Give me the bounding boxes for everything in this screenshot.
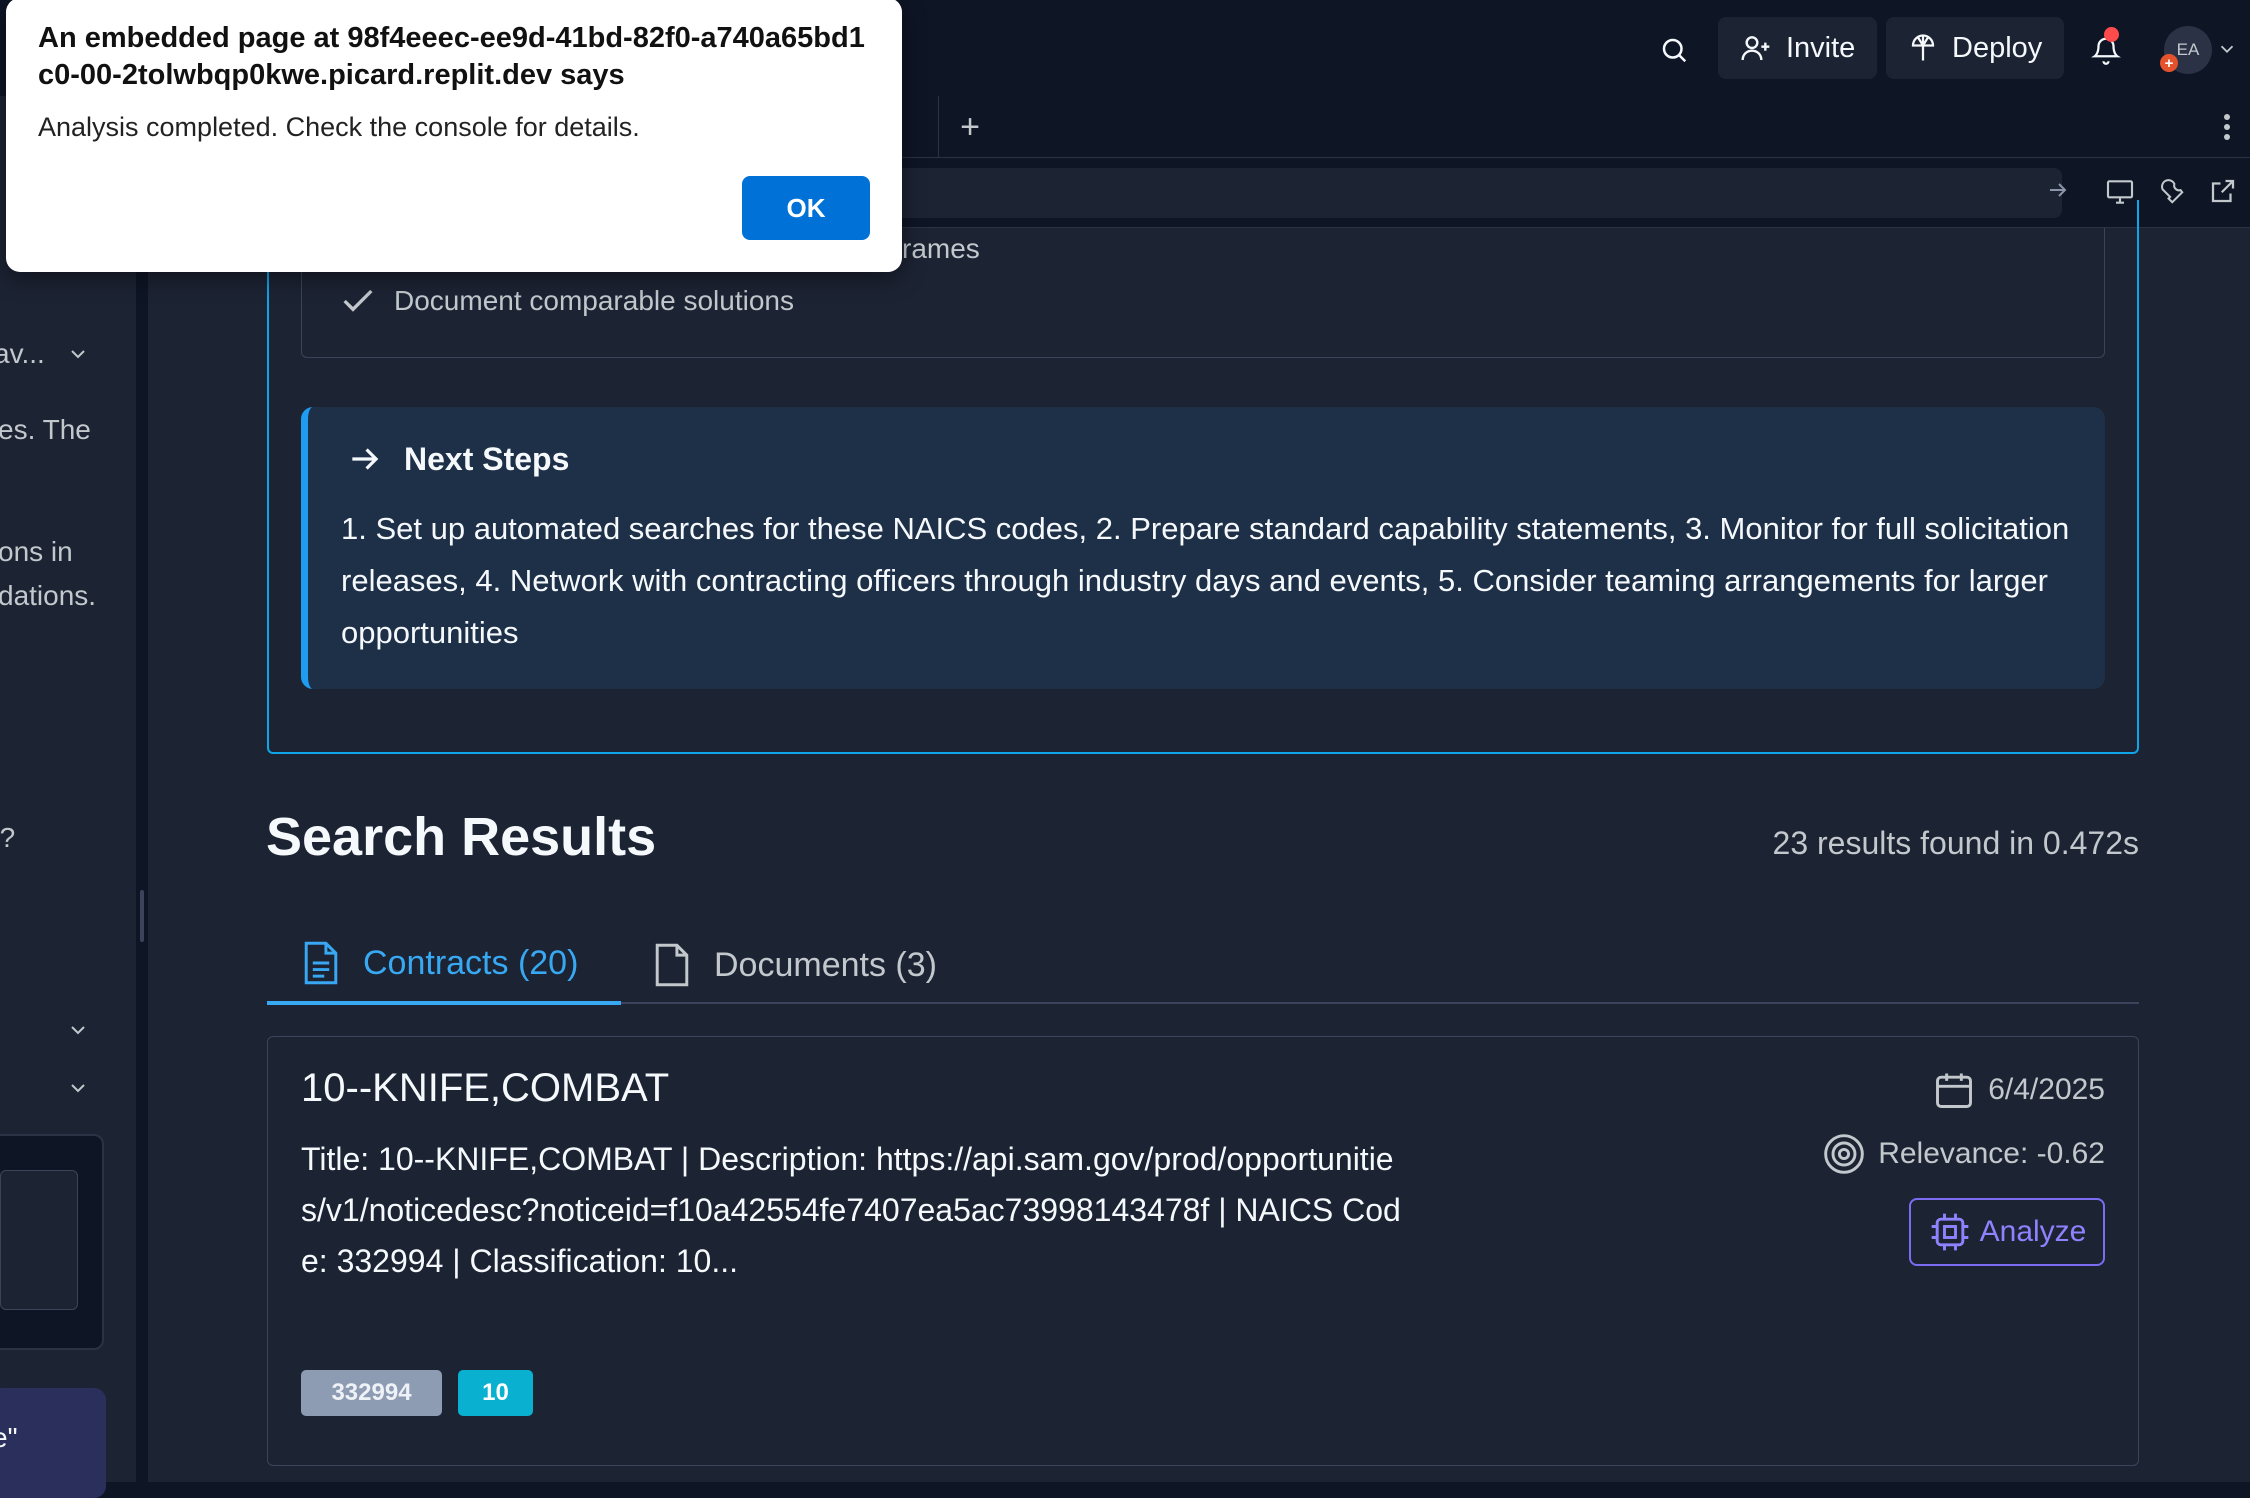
result-date-text: 6/4/2025 — [1988, 1073, 2105, 1106]
sidebar-divider — [136, 96, 142, 1482]
target-icon — [1824, 1134, 1864, 1174]
result-relevance-text: Relevance: -0.62 — [1878, 1137, 2105, 1170]
sidebar-text-2: es. The — [0, 414, 91, 445]
wrench-icon[interactable] — [2156, 176, 2186, 206]
checklist-item-label: Document comparable solutions — [394, 285, 794, 316]
sidebar-text-3: ons in — [0, 536, 73, 567]
arrow-right-icon — [352, 448, 379, 470]
next-steps-title: Next Steps — [404, 440, 570, 477]
deploy-button[interactable]: Deploy — [1886, 17, 2065, 79]
next-steps-text: 1. Set up automated searches for these N… — [341, 511, 2070, 650]
more-vertical-icon — [2224, 114, 2230, 140]
sidebar-text-5: e? — [0, 822, 16, 853]
new-tab-button[interactable]: + — [950, 104, 990, 150]
add-user-icon — [1741, 36, 1770, 61]
results-count: 23 results found in 0.472s — [1772, 825, 2139, 861]
checklist-item: Document comparable solutions — [338, 281, 794, 321]
checklist-item-partial: rames — [902, 233, 980, 265]
tab-divider — [938, 96, 939, 158]
document-text-icon — [304, 941, 338, 985]
sidebar-text-4: dations. — [0, 580, 97, 611]
calendar-icon — [1936, 1073, 1973, 1108]
chat-snippet: e" — [0, 1422, 18, 1453]
next-steps-heading: Next Steps — [346, 440, 569, 478]
sidebar-text-1: av... — [0, 338, 45, 369]
chevron-down-icon[interactable] — [66, 1018, 90, 1042]
tab-documents-label: Documents (3) — [714, 945, 937, 984]
analyze-label: Analyze — [1979, 1215, 2087, 1248]
document-icon — [655, 943, 689, 987]
result-relevance: Relevance: -0.62 — [1822, 1132, 2105, 1176]
ok-button[interactable]: OK — [742, 176, 870, 240]
avatar-badge-plus: + — [2164, 54, 2174, 72]
deploy-icon — [1911, 34, 1935, 61]
resize-handle[interactable] — [140, 890, 144, 942]
search-button[interactable] — [1648, 24, 1700, 76]
chevron-down-icon[interactable] — [66, 342, 90, 366]
checklist-item-partial-label: rames — [902, 233, 980, 264]
dialog-title: An embedded page at 98f4eeec-ee9d-41bd-8… — [38, 22, 865, 91]
deploy-label: Deploy — [1952, 31, 2043, 64]
cpu-icon — [1931, 1213, 1968, 1251]
classification-tag: 10 — [458, 1370, 533, 1416]
external-link-icon[interactable] — [2208, 176, 2238, 206]
chevron-down-icon[interactable] — [66, 1076, 90, 1100]
invite-button[interactable]: Invite — [1718, 17, 1878, 79]
tab-contracts[interactable]: Contracts (20) — [267, 925, 621, 1005]
tab-menu-button[interactable] — [2212, 104, 2242, 150]
page-title: Search Results — [266, 807, 657, 867]
tab-contracts-label: Contracts (20) — [363, 943, 579, 982]
result-date: 6/4/2025 — [1932, 1068, 2105, 1112]
avatar-badge: + — [2160, 54, 2178, 72]
result-description: Title: 10--KNIFE,COMBAT | Description: h… — [301, 1141, 1401, 1279]
search-icon — [1662, 38, 1687, 63]
notification-dot — [2104, 27, 2119, 42]
dialog-message: Analysis completed. Check the console fo… — [38, 112, 640, 142]
arrow-right-icon[interactable] — [2046, 178, 2070, 202]
thumbnail-screen — [0, 1170, 78, 1310]
analyze-button[interactable]: Analyze — [1909, 1198, 2105, 1266]
chevron-down-icon[interactable] — [2216, 38, 2238, 60]
result-title[interactable]: 10--KNIFE,COMBAT — [301, 1066, 669, 1111]
avatar-initials: EA — [2176, 40, 2200, 59]
check-icon — [343, 289, 373, 312]
tab-documents[interactable]: Documents (3) — [652, 925, 937, 1005]
naics-tag: 332994 — [301, 1370, 442, 1416]
invite-label: Invite — [1786, 31, 1856, 64]
